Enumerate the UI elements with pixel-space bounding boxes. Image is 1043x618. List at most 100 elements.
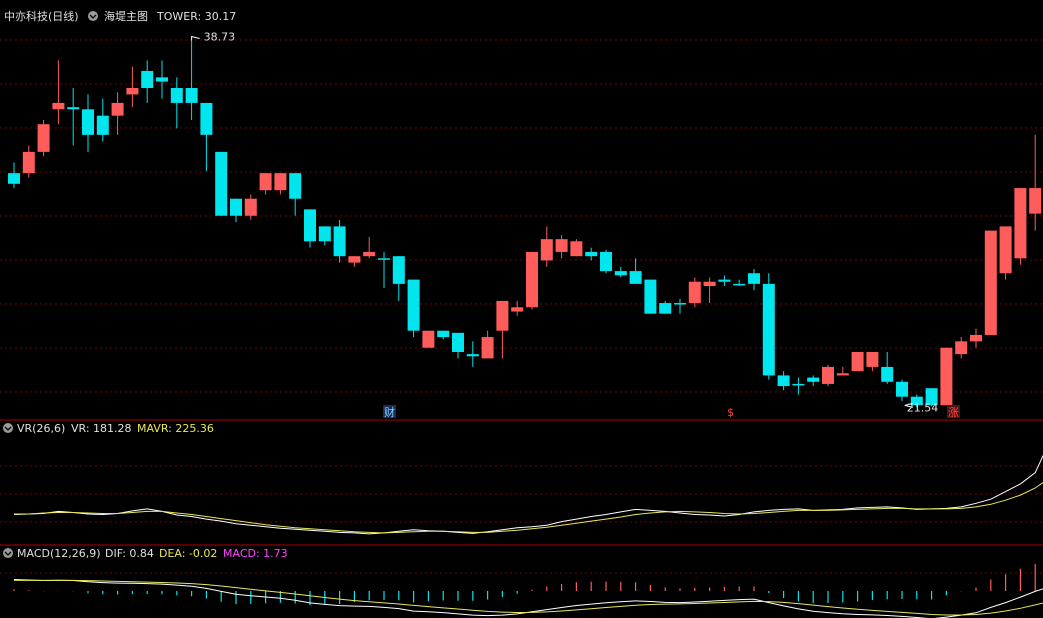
candle-body bbox=[866, 352, 879, 367]
candle-body bbox=[274, 173, 287, 191]
candle bbox=[851, 352, 864, 372]
candle bbox=[96, 98, 109, 142]
candle bbox=[318, 226, 331, 246]
candle-body bbox=[141, 70, 154, 88]
candle bbox=[511, 300, 524, 316]
candle bbox=[22, 145, 35, 178]
vr-settings-icon[interactable] bbox=[3, 423, 13, 433]
candle bbox=[762, 273, 775, 380]
candle-body bbox=[407, 279, 420, 331]
candle bbox=[1014, 188, 1027, 265]
candle-body bbox=[170, 88, 183, 103]
event-marker-dividend[interactable]: $ bbox=[727, 406, 734, 419]
macd-panel-header: MACD(12,26,9) DIF: 0.84 DEA: -0.02 MACD:… bbox=[3, 547, 288, 560]
candle-body bbox=[659, 303, 672, 314]
candle-body bbox=[822, 366, 834, 384]
candle-body bbox=[82, 109, 94, 135]
candle-body bbox=[881, 366, 894, 382]
candle bbox=[363, 237, 376, 259]
dif-value: DIF: 0.84 bbox=[105, 547, 154, 560]
candle bbox=[792, 377, 805, 395]
candle bbox=[378, 251, 390, 289]
macd-settings-icon[interactable] bbox=[3, 548, 13, 558]
vr-title: VR(26,6) bbox=[17, 422, 65, 435]
candle-body bbox=[481, 337, 494, 359]
candle-body bbox=[378, 258, 390, 260]
candle-body bbox=[289, 173, 302, 199]
candle-body bbox=[718, 279, 731, 282]
vr-panel-header: VR(26,6) VR: 181.28 MAVR: 225.36 bbox=[3, 422, 214, 435]
candle-body bbox=[318, 226, 331, 242]
dea-value: DEA: -0.02 bbox=[159, 547, 217, 560]
candle bbox=[984, 230, 997, 335]
candle bbox=[807, 375, 820, 387]
candle-body bbox=[452, 332, 464, 352]
candle-body bbox=[96, 115, 109, 135]
settings-dropdown-icon[interactable] bbox=[88, 11, 98, 21]
tower-value: TOWER: 30.17 bbox=[156, 10, 236, 23]
candle-body bbox=[333, 226, 346, 257]
candle-body bbox=[156, 77, 168, 82]
mavr-value: MAVR: 225.36 bbox=[137, 422, 214, 435]
candle bbox=[940, 347, 953, 406]
candle-body bbox=[748, 273, 760, 284]
candle bbox=[37, 119, 50, 157]
candle-body bbox=[52, 102, 65, 110]
candle bbox=[230, 198, 242, 223]
candle bbox=[156, 60, 168, 99]
candle bbox=[881, 352, 894, 384]
candle bbox=[215, 151, 228, 216]
candle-body bbox=[215, 151, 228, 216]
candle-body bbox=[67, 107, 80, 110]
candle-body bbox=[703, 281, 716, 286]
candle-body bbox=[955, 341, 968, 355]
candle bbox=[481, 330, 494, 359]
candle bbox=[422, 330, 435, 348]
stock-chart[interactable]: 中亦科技(日线) 海堤主图 TOWER: 30.17 38.73 21.54 财… bbox=[0, 0, 1043, 618]
candle-body bbox=[244, 198, 257, 216]
candle bbox=[348, 256, 361, 267]
candle-body bbox=[200, 102, 213, 135]
candle bbox=[407, 279, 420, 338]
candle bbox=[674, 298, 686, 314]
candle bbox=[304, 209, 316, 248]
candle-body bbox=[37, 124, 50, 152]
candle-body bbox=[422, 330, 435, 348]
candle bbox=[466, 341, 479, 367]
candle bbox=[585, 247, 598, 261]
vr-value: VR: 181.28 bbox=[71, 422, 132, 435]
candle-body bbox=[348, 256, 361, 263]
candle-body bbox=[111, 102, 124, 116]
candle-body bbox=[304, 209, 316, 242]
candle bbox=[496, 300, 509, 359]
candle-body bbox=[540, 239, 553, 261]
candle-body bbox=[970, 334, 982, 342]
candle bbox=[8, 162, 20, 189]
event-marker-limitup[interactable]: 涨 bbox=[948, 406, 959, 419]
candle-body bbox=[511, 307, 524, 312]
candle-body bbox=[688, 281, 701, 304]
candle-body bbox=[674, 303, 686, 305]
event-marker-financial[interactable]: 财 bbox=[384, 405, 395, 419]
price-panel-header: 中亦科技(日线) 海堤主图 TOWER: 30.17 bbox=[4, 9, 236, 23]
candle bbox=[822, 364, 834, 387]
candle bbox=[289, 173, 302, 216]
candle bbox=[733, 279, 746, 286]
candle bbox=[866, 352, 879, 372]
candle-body bbox=[851, 352, 864, 372]
candle bbox=[999, 226, 1012, 280]
candle-body bbox=[22, 151, 35, 174]
macd-lines bbox=[13, 579, 1043, 618]
candle-body bbox=[896, 381, 908, 397]
candle-body bbox=[1029, 188, 1042, 214]
candle bbox=[452, 332, 464, 359]
candle bbox=[437, 330, 450, 340]
candle bbox=[555, 234, 568, 259]
candle-body bbox=[555, 239, 568, 252]
candle-body bbox=[8, 173, 20, 184]
candle-body bbox=[984, 230, 997, 335]
candle bbox=[955, 337, 968, 359]
candle-body bbox=[940, 347, 953, 406]
candle-body bbox=[600, 251, 612, 272]
candle-body bbox=[526, 251, 538, 308]
